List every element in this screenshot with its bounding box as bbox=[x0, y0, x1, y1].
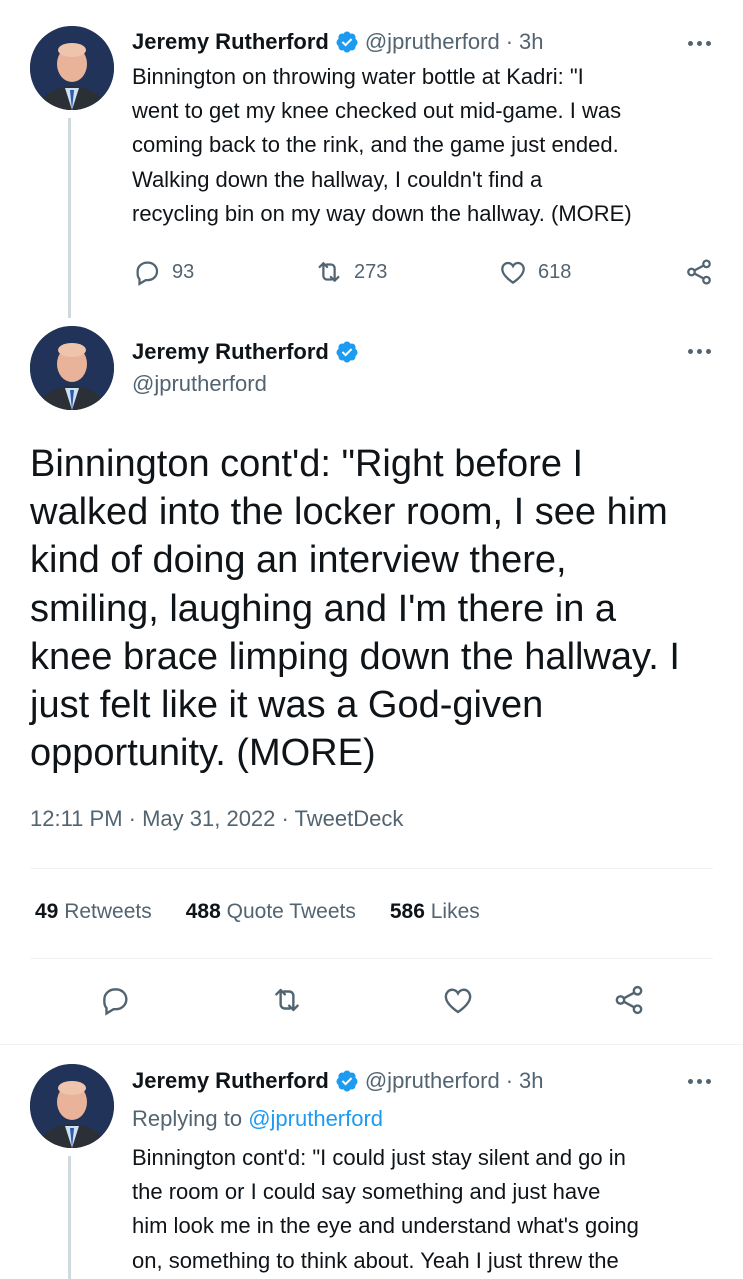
replying-to-label: Replying to bbox=[132, 1106, 243, 1131]
tweet-text-line: Binnington cont'd: "I could just stay si… bbox=[132, 1145, 626, 1170]
likes-stat[interactable]: 586 Likes bbox=[390, 900, 480, 924]
tweet-text-line: knee brace limping down the hallway. I bbox=[30, 635, 680, 678]
quote-tweets-stat[interactable]: 488 Quote Tweets bbox=[186, 900, 356, 924]
avatar-image bbox=[30, 1064, 114, 1148]
divider bbox=[30, 868, 713, 869]
section-divider bbox=[0, 1044, 743, 1045]
retweet-button[interactable]: 273 bbox=[314, 257, 387, 287]
tweet-text-line: the room or I could say something and ju… bbox=[132, 1179, 601, 1205]
reply-count: 93 bbox=[172, 260, 195, 283]
quote-tweets-label: Quote Tweets bbox=[226, 900, 356, 923]
like-button[interactable]: 618 bbox=[498, 257, 571, 287]
retweet-icon bbox=[275, 988, 299, 1012]
share-icon bbox=[687, 259, 711, 285]
thread-line bbox=[68, 118, 71, 318]
reply-icon bbox=[103, 988, 128, 1016]
tweet-text-line: coming back to the rink, and the game ju… bbox=[132, 132, 619, 158]
tweet-text-line: on, something to think about. Yeah I jus… bbox=[132, 1247, 619, 1273]
more-options-icon[interactable] bbox=[684, 346, 714, 356]
tweet-text-line: just felt like it was a God-given bbox=[30, 684, 544, 727]
retweets-stat[interactable]: 49 Retweets bbox=[35, 900, 152, 924]
retweet-count: 273 bbox=[354, 260, 388, 283]
tweet-text-line: walked into the locker room, I see him bbox=[30, 491, 668, 534]
tweet2-handle-row: @jprutherford bbox=[132, 371, 267, 397]
tweet-time[interactable]: 3h bbox=[519, 1068, 543, 1094]
tweet1-header: Jeremy Rutherford @jprutherford · 3h bbox=[132, 29, 544, 55]
share-button[interactable] bbox=[612, 983, 646, 1017]
tweet2-header: Jeremy Rutherford bbox=[132, 339, 359, 365]
separator-dot: · bbox=[505, 29, 514, 54]
retweets-label: Retweets bbox=[64, 900, 152, 923]
tweet2-text: Binnington cont'd: "Right before I walke… bbox=[30, 440, 680, 777]
quote-tweets-count: 488 bbox=[185, 900, 221, 923]
tweet-text-line: recycling bin on my way down the hallway… bbox=[132, 200, 632, 226]
author-handle[interactable]: @jprutherford bbox=[365, 29, 500, 55]
share-button[interactable] bbox=[684, 257, 714, 287]
verified-badge-icon bbox=[336, 31, 358, 53]
retweet-icon bbox=[318, 262, 340, 282]
tweet1-text: Binnington on throwing water bottle at K… bbox=[132, 60, 632, 231]
tweet-text-line: Binnington on throwing water bottle at K… bbox=[132, 64, 584, 89]
like-button[interactable] bbox=[441, 983, 475, 1017]
more-options-icon[interactable] bbox=[684, 1076, 714, 1086]
tweet-timestamp[interactable]: 12:11 PM · May 31, 2022 · TweetDeck bbox=[30, 806, 403, 832]
tweet-stats: 49 Retweets 488 Quote Tweets 586 Likes bbox=[35, 900, 480, 924]
tweet-text-line: opportunity. (MORE) bbox=[30, 732, 376, 775]
reply-button[interactable]: 93 bbox=[132, 257, 194, 287]
separator-dot: · bbox=[505, 1068, 514, 1093]
heart-icon bbox=[501, 261, 525, 284]
likes-label: Likes bbox=[430, 900, 480, 923]
avatar-image bbox=[30, 326, 114, 410]
retweets-count: 49 bbox=[35, 900, 59, 923]
tweet-text-line: him look me in the eye and understand wh… bbox=[132, 1213, 639, 1239]
tweet-time[interactable]: 3h bbox=[519, 29, 543, 55]
replying-to-link[interactable]: @jprutherford bbox=[248, 1106, 383, 1131]
tweet-text-line: went to get my knee checked out mid-game… bbox=[132, 98, 622, 124]
verified-badge-icon bbox=[336, 1070, 358, 1092]
retweet-button[interactable] bbox=[270, 983, 304, 1017]
author-name[interactable]: Jeremy Rutherford bbox=[132, 339, 329, 365]
author-handle[interactable]: @jprutherford bbox=[365, 1068, 500, 1094]
thread-line bbox=[68, 1156, 71, 1279]
author-handle[interactable]: @jprutherford bbox=[132, 371, 267, 397]
reply-button[interactable] bbox=[98, 983, 132, 1017]
author-name[interactable]: Jeremy Rutherford bbox=[132, 1068, 329, 1094]
tweet3-text: Binnington cont'd: "I could just stay si… bbox=[132, 1141, 639, 1278]
tweet-text-line: kind of doing an interview there, bbox=[30, 539, 567, 582]
tweet3-header: Jeremy Rutherford @jprutherford · 3h bbox=[132, 1068, 544, 1094]
replying-to: Replying to @jprutherford bbox=[132, 1106, 383, 1132]
author-name[interactable]: Jeremy Rutherford bbox=[132, 29, 329, 55]
tweet-text-line: Binnington cont'd: "Right before I bbox=[30, 443, 584, 485]
heart-icon bbox=[444, 988, 472, 1014]
tweet-thread: Jeremy Rutherford @jprutherford · 3h Bin… bbox=[0, 0, 743, 1279]
like-count: 618 bbox=[538, 260, 572, 283]
avatar[interactable] bbox=[30, 326, 114, 410]
more-options-icon[interactable] bbox=[684, 38, 714, 48]
verified-badge-icon bbox=[336, 341, 358, 363]
likes-count: 586 bbox=[389, 900, 425, 923]
reply-icon bbox=[136, 261, 159, 286]
avatar-image bbox=[30, 26, 114, 110]
tweet-text-line: Walking down the hallway, I couldn't fin… bbox=[132, 166, 543, 192]
divider bbox=[30, 958, 713, 959]
share-icon bbox=[615, 985, 643, 1015]
avatar[interactable] bbox=[30, 1064, 114, 1148]
tweet-text-line: smiling, laughing and I'm there in a bbox=[30, 587, 617, 630]
avatar[interactable] bbox=[30, 26, 114, 110]
